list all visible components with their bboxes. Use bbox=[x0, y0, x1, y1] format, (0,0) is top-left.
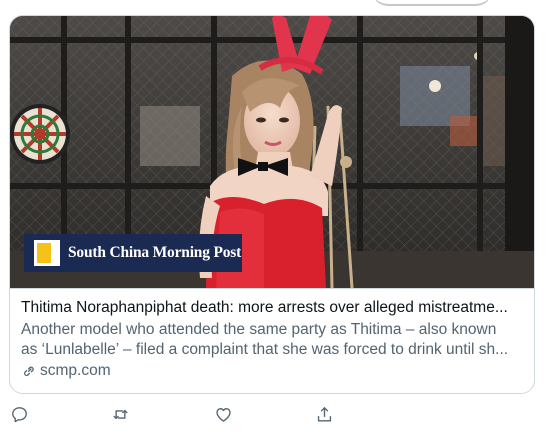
card-domain-text[interactable]: scmp.com bbox=[40, 361, 111, 381]
card-description: Another model who attended the same part… bbox=[21, 320, 522, 360]
scmp-logo-icon bbox=[34, 240, 60, 266]
card-domain[interactable]: scmp.com bbox=[21, 361, 522, 381]
reply-icon bbox=[11, 406, 27, 422]
card-description-line-1: Another model who attended the same part… bbox=[21, 321, 497, 338]
heart-icon bbox=[215, 407, 231, 422]
article-image[interactable]: South China Morning Post bbox=[10, 16, 534, 288]
link-preview-card[interactable]: South China Morning Post Thitima Norapha… bbox=[9, 15, 535, 394]
like-button[interactable] bbox=[211, 402, 235, 426]
card-meta[interactable]: Thitima Noraphanpiphat death: more arres… bbox=[10, 288, 534, 393]
reply-button[interactable] bbox=[7, 402, 31, 426]
card-title[interactable]: Thitima Noraphanpiphat death: more arres… bbox=[21, 298, 522, 318]
retweet-button[interactable] bbox=[108, 402, 132, 426]
share-button[interactable] bbox=[312, 402, 336, 426]
share-icon bbox=[317, 406, 331, 422]
tweet-action-bar bbox=[0, 395, 550, 435]
publisher-logo: South China Morning Post bbox=[24, 234, 242, 272]
publisher-logo-text: South China Morning Post bbox=[68, 244, 242, 261]
previous-content-edge bbox=[0, 0, 550, 8]
card-description-line-2: as ‘Lunlabelle’ – filed a complaint that… bbox=[21, 341, 509, 358]
retweet-icon bbox=[112, 409, 128, 419]
link-icon bbox=[24, 366, 34, 376]
